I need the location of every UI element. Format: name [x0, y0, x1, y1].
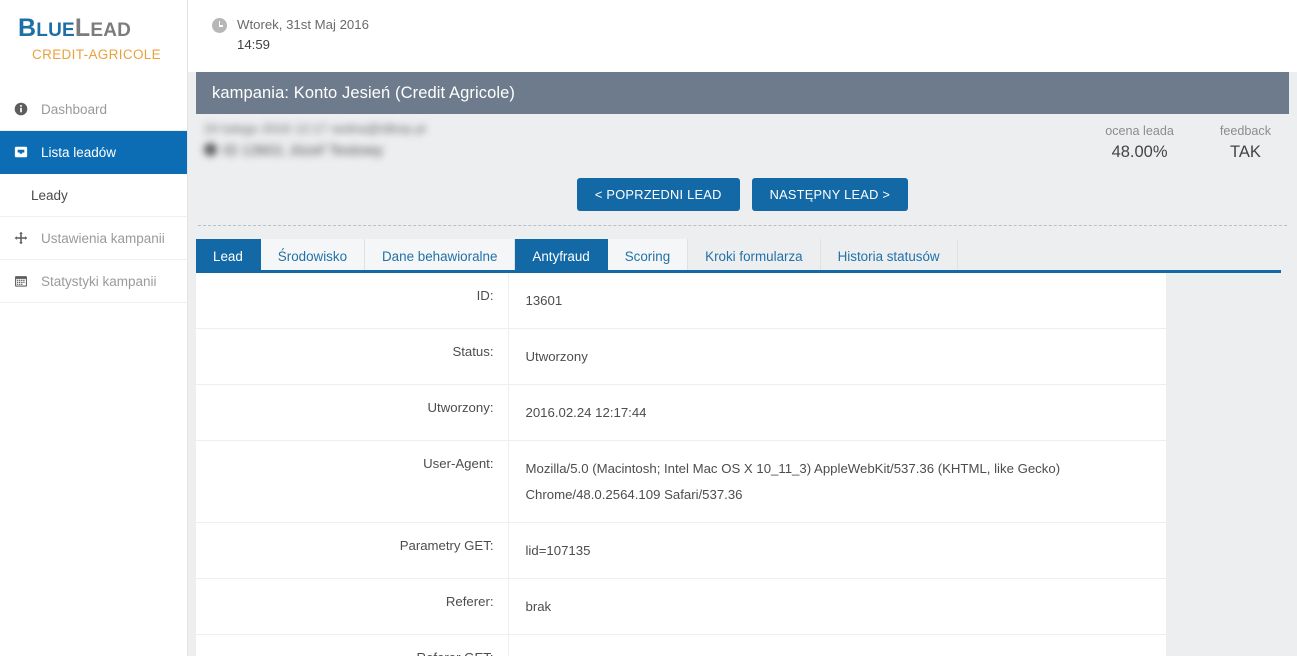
logo-lue: LUE: [36, 20, 75, 41]
table-row: Status: Utworzony: [196, 328, 1166, 385]
logo-ead: EAD: [90, 20, 132, 41]
row-label: Parametry GET:: [196, 522, 509, 579]
campaign-title-bar: kampania: Konto Jesień (Credit Agricole): [196, 72, 1289, 114]
sidebar-item-leady[interactable]: Leady: [0, 174, 187, 217]
stat-feedback: feedback TAK: [1220, 122, 1271, 164]
row-value: brak: [508, 578, 1166, 635]
row-value: lid=107135: [508, 522, 1166, 579]
lead-meta-row: 24 lutego 2016 12:17 sedna@idbop.pl ID 1…: [196, 114, 1289, 176]
row-label: Status:: [196, 328, 509, 385]
sidebar-item-statystyki-kampanii[interactable]: Statystyki kampanii: [0, 260, 187, 303]
sidebar-item-lista-leadow[interactable]: Lista leadów: [0, 131, 187, 174]
avatar: [204, 143, 217, 156]
section-divider: [198, 225, 1287, 226]
tab-antyfraud[interactable]: Antyfraud: [515, 239, 608, 273]
calendar-icon: [10, 274, 32, 288]
inbox-icon: [10, 145, 32, 159]
sidebar-item-dashboard[interactable]: Dashboard: [0, 88, 187, 131]
antyfraud-details-panel: ID: 13601 Status: Utworzony Utworzony: 2016…: [196, 273, 1166, 656]
tab-srodowisko[interactable]: Środowisko: [260, 239, 366, 273]
brand-logo[interactable]: BLUELEAD CREDIT-AGRICOLE: [0, 0, 187, 76]
redacted-lead-name-text: ID 13601 Józef Testowy: [223, 143, 384, 159]
sidebar-item-label: Lista leadów: [41, 144, 117, 160]
page-title: kampania: Konto Jesień (Credit Agricole): [212, 83, 515, 102]
row-value: 13601: [508, 273, 1166, 329]
tab-underline: [196, 270, 1281, 273]
lead-details-table: ID: 13601 Status: Utworzony Utworzony: 2016…: [196, 273, 1166, 656]
brand-subtitle: CREDIT-AGRICOLE: [32, 47, 162, 62]
tab-historia-statusow[interactable]: Historia statusów: [821, 239, 958, 273]
sidebar-item-ustawienia-kampanii[interactable]: Ustawienia kampanii: [0, 217, 187, 260]
row-value: 2016.02.24 12:17:44: [508, 384, 1166, 441]
current-date: Wtorek, 31st Maj 2016: [237, 17, 369, 32]
tab-lead[interactable]: Lead: [196, 239, 261, 273]
row-label: ID:: [196, 273, 509, 329]
tab-kroki-formularza[interactable]: Kroki formularza: [688, 239, 821, 273]
previous-lead-button[interactable]: < POPRZEDNI LEAD: [576, 178, 740, 211]
stat-value: TAK: [1230, 143, 1261, 161]
tab-bar: Lead Środowisko Dane behawioralne Antyfr…: [196, 239, 1289, 273]
tab-dane-behawioralne[interactable]: Dane behawioralne: [365, 239, 516, 273]
row-value: Utworzony: [508, 328, 1166, 385]
lead-stats: ocena leada 48.00% feedback TAK: [1105, 122, 1271, 164]
row-label: Referer GET:: [196, 634, 509, 656]
tab-scoring[interactable]: Scoring: [607, 239, 689, 273]
table-row: Referer: brak: [196, 578, 1166, 635]
sidebar-item-label: Ustawienia kampanii: [41, 230, 165, 246]
main-content: kampania: Konto Jesień (Credit Agricole)…: [188, 72, 1297, 656]
sidebar-item-label: Dashboard: [41, 101, 108, 117]
stat-ocena-leada: ocena leada 48.00%: [1105, 122, 1174, 164]
lead-navigation-buttons: < POPRZEDNI LEAD NASTĘPNY LEAD >: [196, 178, 1289, 225]
datetime-display: Wtorek, 31st Maj 2016 14:59: [188, 0, 1297, 55]
move-arrows-icon: [10, 231, 32, 245]
table-row: Referer GET:brak: [196, 634, 1166, 656]
app-root: BLUELEAD CREDIT-AGRICOLE Dashboard Lista…: [0, 0, 1297, 656]
row-value: brak: [508, 634, 1166, 656]
table-body: ID: 13601 Status: Utworzony Utworzony: 2016…: [196, 273, 1166, 656]
table-row: Parametry GET: lid=107135: [196, 522, 1166, 579]
row-label: User-Agent:: [196, 440, 509, 523]
brand-logo-text: BLUELEAD: [18, 16, 187, 41]
table-row: Utworzony: 2016.02.24 12:17:44: [196, 384, 1166, 441]
next-lead-button[interactable]: NASTĘPNY LEAD >: [751, 178, 909, 211]
sidebar: BLUELEAD CREDIT-AGRICOLE Dashboard Lista…: [0, 0, 188, 656]
logo-b: B: [18, 14, 37, 42]
table-row: User-Agent: Mozilla/5.0 (Macintosh; Intel…: [196, 440, 1166, 523]
stat-label: ocena leada: [1105, 124, 1174, 138]
row-label: Utworzony:: [196, 384, 509, 441]
stat-value: 48.00%: [1111, 143, 1168, 161]
clock-icon: [212, 18, 227, 33]
sidebar-item-label: Statystyki kampanii: [41, 273, 157, 289]
info-circle-icon: [10, 102, 32, 116]
top-bar: Wtorek, 31st Maj 2016 14:59: [188, 0, 1297, 72]
current-time: 14:59: [237, 37, 271, 52]
sidebar-nav: Dashboard Lista leadów Leady Ustawienia …: [0, 88, 187, 303]
row-value: Mozilla/5.0 (Macintosh; Intel Mac OS X 1…: [508, 440, 1166, 523]
stat-label: feedback: [1219, 124, 1271, 138]
sidebar-subitem-label: Leady: [31, 187, 68, 203]
row-label: Referer:: [196, 578, 509, 635]
table-row: ID: 13601: [196, 273, 1166, 329]
logo-l: L: [74, 14, 91, 42]
